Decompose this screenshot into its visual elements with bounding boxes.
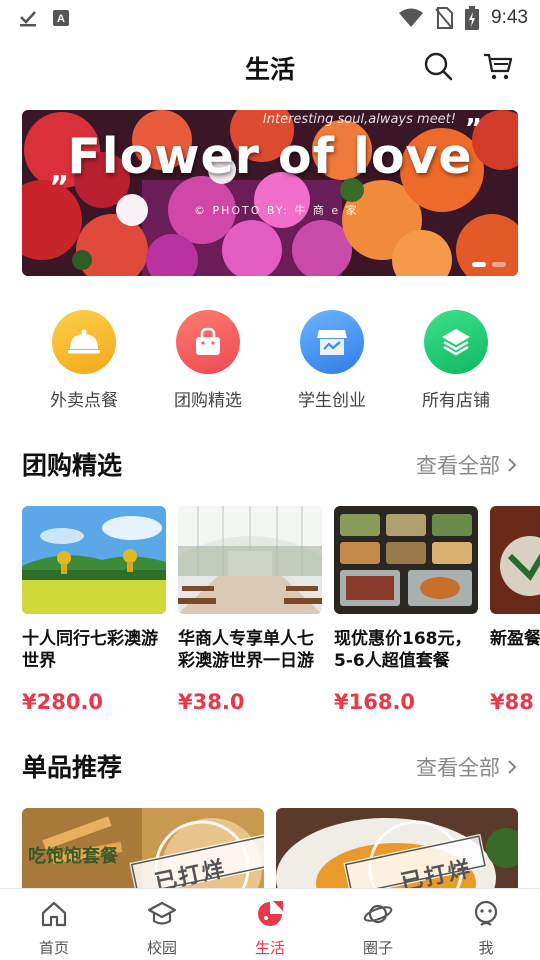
product-price: ¥38.0 [178,690,245,714]
battery-charging-icon [465,6,480,30]
banner-subtitle: Interesting soul,always meet! [262,112,456,127]
product-title: 十人同行七彩澳游世界 [22,629,158,671]
chevron-right-icon [508,760,517,774]
planet-icon [363,904,393,924]
nav-me[interactable]: 我 [432,889,540,960]
banner-carousel[interactable]: Interesting soul,always meet! „ ” Flower… [22,110,518,276]
font-app-icon: A [53,10,69,26]
download-done-icon [20,11,36,27]
group-card[interactable]: 华商人专享单人七彩澳游世界一日游 ¥38.0 [178,506,322,714]
wifi-icon [399,8,424,27]
home-icon [41,901,67,927]
cart-icon[interactable] [482,50,514,82]
search-icon[interactable] [422,50,454,82]
view-all-group-link[interactable]: 查看全部 [416,450,518,480]
category-label: 学生创业 [298,391,366,411]
product-image [334,506,478,614]
category-takeout[interactable]: 外卖点餐 [22,310,146,411]
nav-life[interactable]: 生活 [216,889,324,960]
nav-home[interactable]: 首页 [0,889,108,960]
product-price: ¥280.0 [22,690,104,714]
carousel-dot [492,262,506,267]
product-image [178,506,322,614]
view-all-single-link[interactable]: 查看全部 [416,752,518,782]
product-title: 华商人专享单人七彩澳游世界一日游 [178,629,314,671]
product-caption: 吃饱饱套餐 [28,846,118,867]
category-label: 外卖点餐 [50,391,118,411]
storefront-icon [300,310,364,374]
category-all-shops[interactable]: 所有店铺 [394,310,518,411]
nav-campus[interactable]: 校园 [108,889,216,960]
svg-text:A: A [57,13,65,25]
page-title: 生活 [244,55,295,84]
product-title: 现优惠价168元，5-6人超值套餐 [334,629,472,671]
single-product-list: 吃饱饱套餐 已打烊 已打烊 [22,808,518,888]
bottom-navigation: 首页 校园 生活 圈子 我 [0,888,540,960]
nav-label: 生活 [254,939,285,957]
banner-title: Flower of love [67,128,473,185]
product-image [22,506,166,614]
product-image [276,808,518,888]
graduation-cap-icon [147,901,177,925]
product-title: 新盈餐原 [490,629,540,649]
single-product-card[interactable]: 已打烊 [276,808,518,888]
product-image [490,506,540,614]
profile-icon [474,900,498,926]
single-product-card[interactable]: 吃饱饱套餐 已打烊 [22,808,264,888]
shopping-bag-icon [176,310,240,374]
single-section-header: 单品推荐 查看全部 [22,748,518,788]
section-title: 团购精选 [22,451,123,480]
nav-label: 我 [478,939,494,957]
group-card[interactable]: 十人同行七彩澳游世界 ¥280.0 [22,506,166,714]
category-label: 所有店铺 [422,391,490,411]
category-student-startup[interactable]: 学生创业 [270,310,394,411]
group-section-header: 团购精选 查看全部 [22,446,518,486]
life-icon [258,901,283,926]
nav-label: 校园 [146,939,177,957]
group-card[interactable]: 现优惠价168元，5-6人超值套餐 ¥168.0 [334,506,478,714]
category-label: 团购精选 [174,391,242,411]
group-card[interactable]: 新盈餐原 ¥88 [490,506,540,714]
banner-credit: © PHOTO BY: 牛 商 e 家 [194,204,359,217]
carousel-dot-active [472,262,486,267]
header: 生活 [0,36,540,98]
category-grid: 外卖点餐 团购精选 学生创业 所有店铺 [0,310,540,420]
status-bar: A 9:43 [0,0,540,36]
no-sim-icon [435,7,454,29]
nav-circle[interactable]: 圈子 [324,889,432,960]
chevron-right-icon [508,458,517,472]
nav-label: 圈子 [362,939,393,957]
group-buy-list: 十人同行七彩澳游世界 ¥280.0 华商人专享单人七彩澳游世界一日游 ¥38.0… [22,506,540,716]
view-all-label: 查看全部 [416,756,500,780]
layers-icon [424,310,488,374]
view-all-label: 查看全部 [416,454,500,478]
cloche-icon [52,310,116,374]
product-price: ¥88 [490,690,534,714]
section-title: 单品推荐 [22,753,123,782]
category-group-buy[interactable]: 团购精选 [146,310,270,411]
nav-label: 首页 [38,939,69,957]
carousel-indicator [472,262,506,267]
product-price: ¥168.0 [334,690,416,714]
status-time: 9:43 [491,7,528,28]
